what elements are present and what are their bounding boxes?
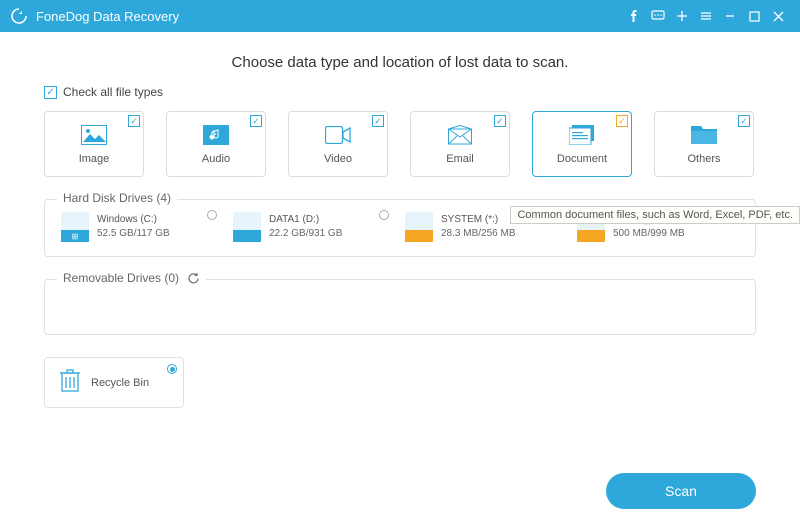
radio-unchecked-icon [207, 210, 217, 220]
image-icon [80, 123, 108, 147]
checkbox-checked-icon: ✓ [372, 115, 384, 127]
drive-name: SYSTEM (*:) [441, 213, 515, 227]
tooltip-document: Common document files, such as Word, Exc… [510, 206, 800, 224]
audio-icon [202, 123, 230, 147]
app-logo-icon [10, 7, 28, 25]
email-icon [446, 123, 474, 147]
main-panel: Choose data type and location of lost da… [0, 32, 800, 408]
radio-checked-icon [167, 364, 177, 374]
checkbox-checked-icon: ✓ [494, 115, 506, 127]
type-others[interactable]: ✓ Others [654, 111, 754, 177]
radio-unchecked-icon [379, 210, 389, 220]
drive-size: 52.5 GB/117 GB [97, 227, 170, 241]
refresh-icon[interactable] [187, 272, 200, 285]
type-label: Video [324, 153, 352, 165]
checkbox-checked-icon: ✓ [616, 115, 628, 127]
drive-size: 28.3 MB/256 MB [441, 227, 515, 241]
check-all-label: Check all file types [63, 85, 163, 99]
type-label: Document [557, 153, 607, 165]
page-heading: Choose data type and location of lost da… [44, 54, 756, 71]
checkbox-checked-icon: ✓ [44, 86, 57, 99]
menu-icon[interactable] [694, 4, 718, 28]
type-email[interactable]: ✓ Email [410, 111, 510, 177]
type-label: Email [446, 153, 474, 165]
trash-icon [59, 368, 81, 397]
maximize-icon[interactable] [742, 4, 766, 28]
type-document[interactable]: ✓ Document [532, 111, 632, 177]
type-label: Others [687, 153, 720, 165]
type-label: Image [79, 153, 110, 165]
drive-size: 500 MB/999 MB [613, 227, 687, 241]
type-label: Audio [202, 153, 230, 165]
titlebar: FoneDog Data Recovery [0, 0, 800, 32]
disk-icon [233, 212, 261, 242]
drive-item[interactable]: DATA1 (D:)22.2 GB/931 GB [233, 212, 395, 242]
drive-size: 22.2 GB/931 GB [269, 227, 342, 241]
removable-drives-section: Removable Drives (0) [44, 279, 756, 335]
scan-button[interactable]: Scan [606, 473, 756, 509]
app-title: FoneDog Data Recovery [36, 9, 622, 24]
recycle-bin-option[interactable]: Recycle Bin [44, 357, 184, 408]
disk-icon: ⊞ [61, 212, 89, 242]
drive-item[interactable]: ⊞ Windows (C:)52.5 GB/117 GB [61, 212, 223, 242]
section-label-removable: Removable Drives (0) [63, 271, 179, 285]
feedback-icon[interactable] [646, 4, 670, 28]
checkbox-checked-icon: ✓ [128, 115, 140, 127]
facebook-icon[interactable] [622, 4, 646, 28]
video-icon [324, 123, 352, 147]
folder-icon [690, 123, 718, 147]
filetype-grid: ✓ Image ✓ Audio ✓ Video ✓ Email [44, 111, 756, 177]
type-image[interactable]: ✓ Image [44, 111, 144, 177]
drive-name: DATA1 (D:) [269, 213, 342, 227]
close-icon[interactable] [766, 4, 790, 28]
recycle-label: Recycle Bin [91, 377, 149, 389]
minimize-icon[interactable] [718, 4, 742, 28]
checkbox-checked-icon: ✓ [738, 115, 750, 127]
check-all-filetypes[interactable]: ✓ Check all file types [44, 85, 756, 99]
disk-icon [405, 212, 433, 242]
type-video[interactable]: ✓ Video [288, 111, 388, 177]
section-label-hdd: Hard Disk Drives (4) [57, 191, 177, 205]
plus-icon[interactable] [670, 4, 694, 28]
document-icon [568, 123, 596, 147]
checkbox-checked-icon: ✓ [250, 115, 262, 127]
type-audio[interactable]: ✓ Audio [166, 111, 266, 177]
drive-name: Windows (C:) [97, 213, 170, 227]
